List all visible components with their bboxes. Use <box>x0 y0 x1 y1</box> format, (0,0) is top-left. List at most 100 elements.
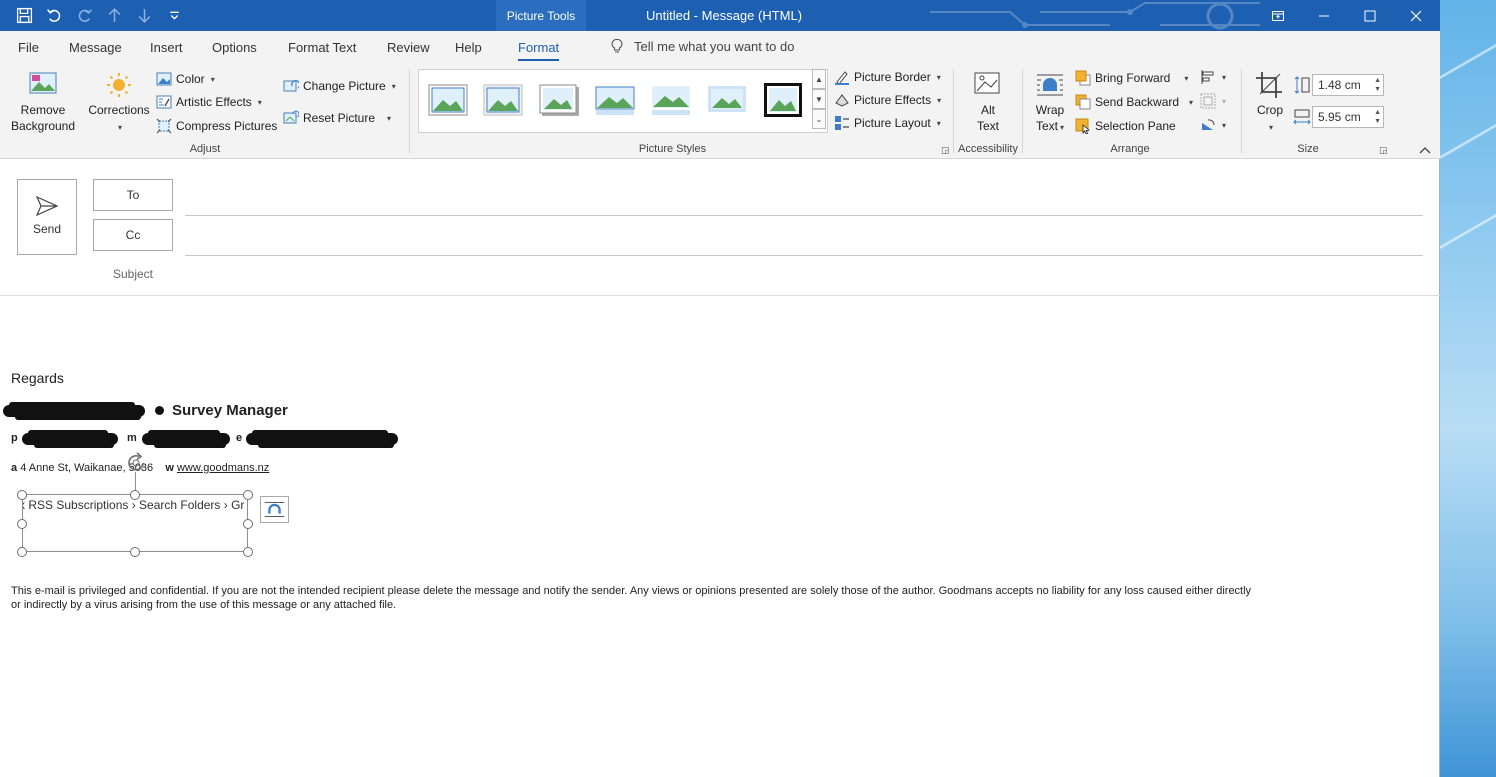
picture-style-shadow-icon[interactable] <box>539 84 579 116</box>
picture-style-reflected-icon[interactable] <box>595 84 635 116</box>
tell-me-search[interactable]: Tell me what you want to do <box>610 38 794 54</box>
resize-handle-bottom-left[interactable] <box>17 547 27 557</box>
picture-border-button[interactable]: Picture Border ▾ <box>834 69 941 85</box>
crop-button[interactable]: Crop ▾ <box>1250 71 1290 136</box>
tab-format-text[interactable]: Format Text <box>288 40 356 55</box>
selection-pane-button[interactable]: Selection Pane <box>1075 118 1176 134</box>
rotate-handle-icon[interactable] <box>124 451 148 475</box>
pasted-image-text: x RSS Subscriptions › Search Folders › G… <box>22 498 245 512</box>
shape-height-input[interactable]: 1.48 cm ▲ ▼ <box>1312 74 1384 96</box>
alt-text-button[interactable]: Alt Text <box>963 71 1013 134</box>
mobile-label: m <box>127 432 137 444</box>
crop-icon <box>1256 72 1282 98</box>
redacted-phone <box>22 430 118 448</box>
arrow-down-icon[interactable] <box>134 6 154 26</box>
compress-pictures-button[interactable]: Compress Pictures <box>156 118 277 134</box>
collapse-ribbon-icon[interactable] <box>1419 146 1431 154</box>
minimize-icon <box>1319 15 1329 16</box>
group-objects-button[interactable]: ▾ <box>1200 93 1226 109</box>
change-picture-button[interactable]: Change Picture ▾ <box>283 78 396 94</box>
shape-width-input[interactable]: 5.95 cm ▲ ▼ <box>1312 106 1384 128</box>
reset-picture-button[interactable]: Reset Picture ▾ <box>283 110 391 126</box>
align-icon <box>1201 70 1214 84</box>
selected-pasted-image[interactable]: x RSS Subscriptions › Search Folders › G… <box>22 494 248 552</box>
size-dialog-launcher-icon[interactable]: ◲ <box>1379 145 1388 156</box>
picture-effects-button[interactable]: Picture Effects ▾ <box>834 92 941 108</box>
color-button[interactable]: Color ▾ <box>156 71 215 87</box>
color-icon <box>156 72 172 86</box>
reset-picture-icon <box>283 110 299 124</box>
tab-insert[interactable]: Insert <box>150 40 183 55</box>
corrections-button[interactable]: Corrections ▾ <box>86 71 152 136</box>
tab-file[interactable]: File <box>18 40 39 55</box>
picture-style-simple-frame-icon[interactable] <box>428 84 468 116</box>
picture-style-glow-icon[interactable] <box>707 84 747 116</box>
sun-icon <box>107 73 131 97</box>
resize-handle-left[interactable] <box>17 519 27 529</box>
ribbon-display-options-button[interactable] <box>1255 0 1301 31</box>
rotate-objects-button[interactable]: ▾ <box>1200 117 1226 133</box>
save-icon[interactable] <box>14 6 34 26</box>
send-backward-button[interactable]: Send Backward ▾ <box>1075 94 1193 110</box>
send-backward-icon <box>1075 94 1091 110</box>
tab-format[interactable]: Format <box>518 40 560 61</box>
tell-me-text: Tell me what you want to do <box>634 38 795 54</box>
remove-background-button[interactable]: Remove Background <box>8 71 78 134</box>
resize-handle-bottom-right[interactable] <box>243 547 253 557</box>
arrange-group-label: Arrange <box>1110 143 1150 155</box>
picture-effects-icon <box>835 94 849 107</box>
height-spin-icon[interactable]: ▲ ▼ <box>1374 76 1381 94</box>
maximize-button[interactable] <box>1347 0 1393 31</box>
tab-help[interactable]: Help <box>455 40 482 55</box>
cc-button[interactable]: Cc <box>93 219 173 251</box>
arrow-up-icon[interactable] <box>104 6 124 26</box>
undo-icon[interactable] <box>44 6 64 26</box>
maximize-icon <box>1364 10 1376 21</box>
resize-handle-bottom[interactable] <box>130 547 140 557</box>
width-spin-icon[interactable]: ▲ ▼ <box>1374 108 1381 126</box>
resize-handle-right[interactable] <box>243 519 253 529</box>
layout-options-button[interactable] <box>260 496 289 523</box>
corrections-dropdown-icon: ▾ <box>117 123 122 132</box>
selection-pane-icon <box>1075 118 1090 134</box>
picture-layout-button[interactable]: Picture Layout ▾ <box>834 115 941 131</box>
cc-input[interactable] <box>185 255 1423 256</box>
align-button[interactable]: ▾ <box>1200 69 1226 85</box>
quick-access-toolbar <box>14 0 184 31</box>
window-title: Untitled - Message (HTML) <box>646 8 803 23</box>
resize-handle-top-left[interactable] <box>17 490 27 500</box>
redacted-name <box>3 402 145 420</box>
picture-style-thick-black-frame-icon[interactable] <box>763 82 803 118</box>
to-button[interactable]: To <box>93 179 173 211</box>
tab-message[interactable]: Message <box>69 40 122 55</box>
picture-tools-context-tab: Picture Tools <box>496 0 586 31</box>
artistic-effects-icon <box>156 95 172 109</box>
resize-handle-top-right[interactable] <box>243 490 253 500</box>
ribbon: Remove Background Corrections ▾ Color ▾ A… <box>0 65 1440 159</box>
ribbon-display-icon <box>1272 10 1284 21</box>
tab-review[interactable]: Review <box>387 40 430 55</box>
wrap-text-icon <box>1037 74 1063 96</box>
picture-style-rounded-icon[interactable] <box>651 84 691 116</box>
tab-options[interactable]: Options <box>212 40 257 55</box>
customize-toolbar-icon[interactable] <box>164 6 184 26</box>
picture-styles-gallery[interactable] <box>418 69 828 133</box>
resize-handle-top[interactable] <box>130 490 140 500</box>
gallery-scroll-down-button[interactable]: ▼ <box>812 89 826 109</box>
redacted-email <box>246 430 398 448</box>
close-button[interactable] <box>1393 0 1439 31</box>
bring-forward-button[interactable]: Bring Forward ▾ <box>1075 70 1188 86</box>
picture-styles-dialog-launcher-icon[interactable]: ◲ <box>941 145 950 156</box>
lightbulb-icon <box>611 38 623 53</box>
gallery-scroll-up-button[interactable]: ▲ <box>812 69 826 89</box>
to-input[interactable] <box>185 215 1423 216</box>
redo-icon[interactable] <box>74 6 94 26</box>
artistic-effects-button[interactable]: Artistic Effects ▾ <box>156 94 262 110</box>
picture-style-soft-edge-icon[interactable] <box>483 84 523 116</box>
redacted-mobile <box>142 430 230 448</box>
send-button[interactable]: Send <box>17 179 77 255</box>
minimize-button[interactable] <box>1301 0 1347 31</box>
wrap-text-button[interactable]: Wrap Text ▾ <box>1030 71 1070 136</box>
website-link[interactable]: www.goodmans.nz <box>177 462 269 474</box>
gallery-more-button[interactable]: ⌄ <box>812 109 826 129</box>
